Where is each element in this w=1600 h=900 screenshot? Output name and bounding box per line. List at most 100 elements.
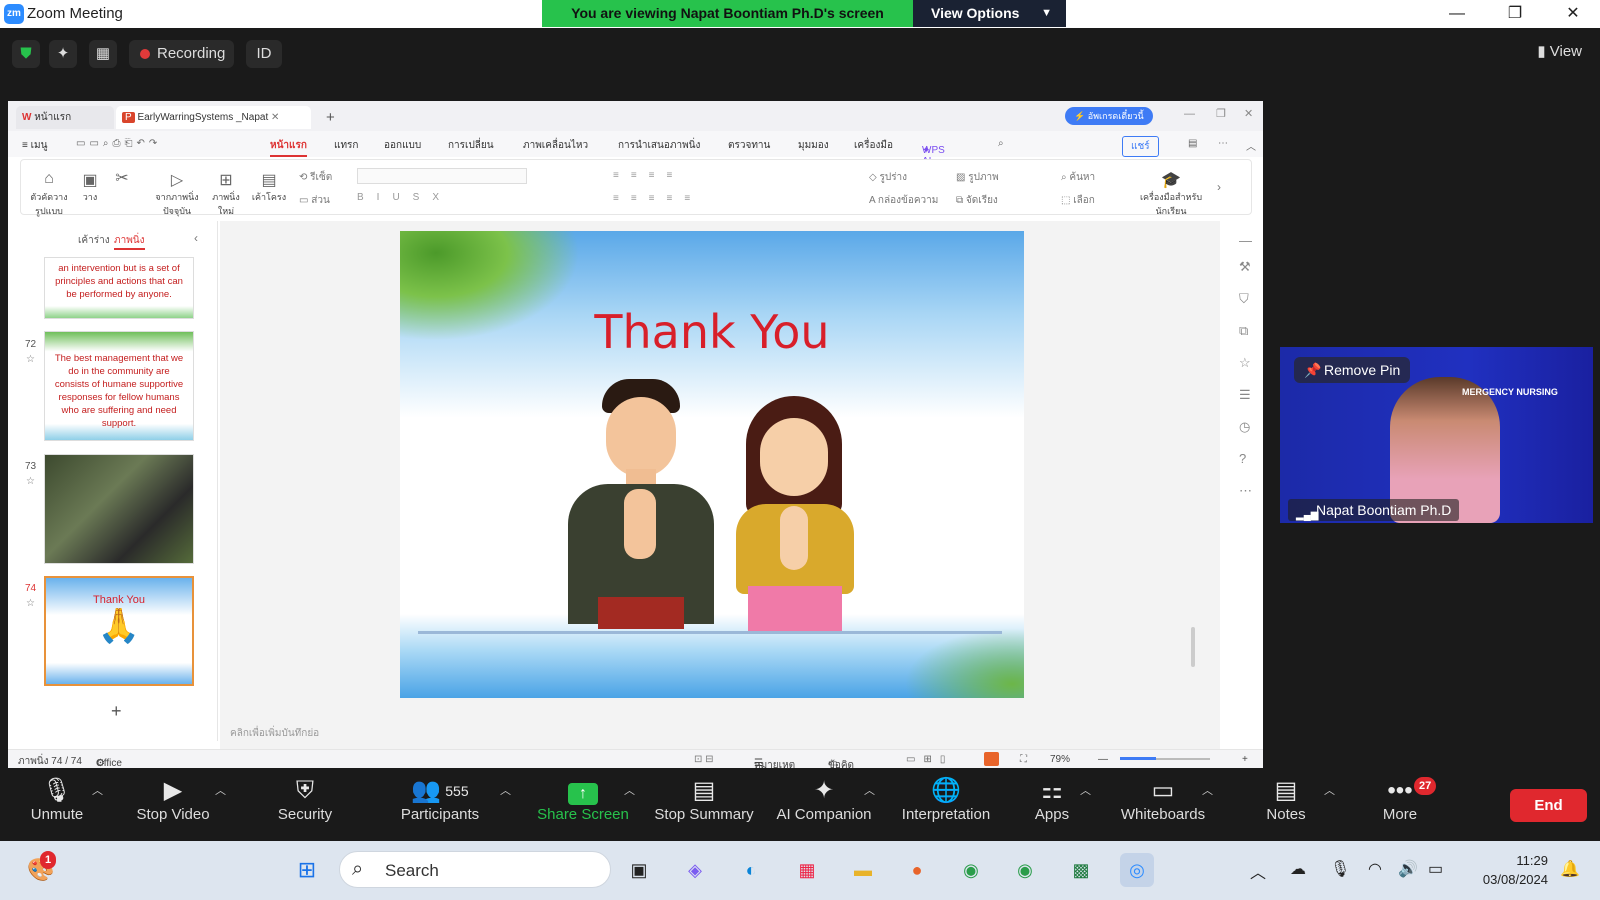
menu-insert[interactable]: แทรก: [334, 138, 358, 153]
copilot-icon[interactable]: ◈: [678, 853, 712, 887]
stop-summary-button[interactable]: ▤ Stop Summary: [652, 770, 756, 841]
layout-button[interactable]: ▤ เค้าโครง: [247, 170, 291, 204]
fit-icon[interactable]: ⊡ ⊟: [694, 754, 714, 765]
collapse-ribbon-icon[interactable]: ︿: [1246, 138, 1256, 153]
notes-chevron-icon[interactable]: ︿: [1324, 782, 1335, 798]
sliders-icon[interactable]: ☰: [1239, 387, 1251, 403]
comment-icon[interactable]: ▤: [1188, 138, 1197, 149]
fit-window-icon[interactable]: ⛶: [1020, 754, 1027, 765]
minimize-icon[interactable]: —: [1184, 108, 1195, 120]
whiteboards-button[interactable]: ▭ Whiteboards: [1118, 770, 1208, 841]
vertical-scrollbar[interactable]: [1188, 227, 1198, 697]
security-button[interactable]: ⛨ Security: [268, 770, 342, 841]
reset-button[interactable]: ⟲ รีเซ็ต: [299, 170, 332, 185]
restore-icon[interactable]: ❐: [1216, 107, 1226, 120]
search-icon[interactable]: ⌕: [998, 138, 1004, 149]
unmute-button[interactable]: 🎙 Unmute: [22, 770, 92, 841]
slide-thumbnail-73[interactable]: [44, 454, 194, 564]
menu-tools[interactable]: เครื่องมือ: [854, 138, 893, 153]
upgrade-button[interactable]: ⚡ อัพเกรดเดี๋ยวนี้: [1065, 107, 1153, 125]
chrome-profile-icon[interactable]: ◉: [1008, 853, 1042, 887]
section-button[interactable]: ▭ ส่วน: [299, 193, 330, 208]
slide-thumbnail-72[interactable]: The best management that we do in the co…: [44, 331, 194, 441]
help-icon[interactable]: ?: [1239, 451, 1246, 466]
sparkle-icon[interactable]: ✦: [49, 40, 77, 68]
remove-pin-button[interactable]: 📌 Remove Pin: [1294, 357, 1411, 383]
excel-icon[interactable]: ▩: [1064, 853, 1098, 887]
tab-home[interactable]: W หน้าแรก: [16, 106, 114, 129]
copy-icon[interactable]: ⧉: [1239, 323, 1248, 339]
apps-chevron-icon[interactable]: ︿: [1080, 782, 1091, 798]
arrange-button[interactable]: ⧉ จัดเรียง: [956, 193, 998, 208]
slide-thumbnail-74[interactable]: Thank You 🙏: [44, 576, 194, 686]
view-button[interactable]: ▮ View: [1537, 42, 1582, 60]
close-icon[interactable]: ✕: [1244, 107, 1253, 120]
end-button[interactable]: End: [1510, 789, 1587, 822]
participants-button[interactable]: 👥 555 Participants: [390, 770, 490, 841]
zoom-in-icon[interactable]: +: [1242, 754, 1248, 765]
close-tab-icon[interactable]: ✕: [271, 112, 279, 123]
history-icon[interactable]: ◷: [1239, 419, 1250, 435]
ai-companion-button[interactable]: ✦ AI Companion: [774, 770, 874, 841]
volume-icon[interactable]: 🔊: [1398, 859, 1418, 879]
menu-animations[interactable]: ภาพเคลื่อนไหว: [523, 138, 588, 153]
shirt-icon[interactable]: ⛉: [1239, 291, 1249, 307]
recording-indicator[interactable]: Recording: [129, 40, 234, 68]
shape-button[interactable]: ◇ รูปร่าง: [869, 170, 907, 185]
task-view-icon[interactable]: ▣: [622, 853, 656, 887]
zoom-out-icon[interactable]: —: [1098, 754, 1108, 765]
whiteboards-chevron-icon[interactable]: ︿: [1202, 782, 1213, 798]
audio-options-chevron-icon[interactable]: ︿: [92, 782, 103, 798]
zoom-taskbar-icon[interactable]: ◎: [1120, 853, 1154, 887]
store-icon[interactable]: ▦: [790, 853, 824, 887]
apps-button[interactable]: ⚏ Apps: [1032, 770, 1072, 841]
zoom-slider[interactable]: [1120, 757, 1210, 760]
tab-outline[interactable]: เค้าร่าง: [78, 233, 110, 248]
align-icons[interactable]: ≡≡≡≡≡: [613, 193, 702, 204]
tab-document[interactable]: P EarlyWarringSystems _Napat ✕: [116, 106, 311, 129]
new-slide-button[interactable]: ⊞ ภาพนิ่ง ใหม่: [209, 170, 243, 218]
format-painter-button[interactable]: ⌂ ตัวคัดวาง รูปแบบ: [27, 170, 71, 218]
microphone-icon[interactable]: 🎙: [1330, 859, 1350, 879]
minus-icon[interactable]: —: [1239, 233, 1252, 248]
minimize-icon[interactable]: —: [1434, 0, 1480, 28]
taskbar-search[interactable]: ⌕ Search: [339, 851, 611, 888]
battery-icon[interactable]: ▭: [1428, 859, 1443, 879]
add-slide-icon[interactable]: +: [111, 701, 122, 722]
tools-icon[interactable]: ⚒: [1239, 259, 1251, 275]
interpretation-button[interactable]: 🌐 Interpretation: [894, 770, 998, 841]
find-button[interactable]: ⌕ ค้นหา: [1061, 170, 1095, 185]
view-options-button[interactable]: View Options ▼: [913, 0, 1066, 27]
slide-thumbnail-71[interactable]: an intervention but is a set of principl…: [44, 257, 194, 319]
menu-slideshow[interactable]: การนำเสนอภาพนิ่ง: [618, 138, 700, 153]
ribbon-scroll-right-icon[interactable]: ›: [1217, 180, 1221, 194]
cloud-icon[interactable]: ☁: [1290, 859, 1306, 879]
new-tab-icon[interactable]: +: [320, 106, 335, 129]
chrome-icon[interactable]: ◉: [954, 853, 988, 887]
paste-button[interactable]: ▣ วาง: [75, 170, 105, 204]
paragraph-icons[interactable]: ≡≡≡≡: [613, 170, 684, 181]
teacher-tools-button[interactable]: 🎓 เครื่องมือสำหรับนักเรียน: [1127, 170, 1215, 218]
textbox-button[interactable]: A กล่องข้อความ: [869, 193, 938, 208]
notes-button[interactable]: ▤ Notes: [1264, 770, 1308, 841]
current-slide[interactable]: Thank You: [400, 231, 1024, 698]
from-current-slide-button[interactable]: ▷ จากภาพนิ่ง ปัจจุบัน: [151, 170, 203, 218]
participants-chevron-icon[interactable]: ︿: [500, 782, 511, 798]
ai-chevron-icon[interactable]: ︿: [864, 782, 875, 798]
star-icon[interactable]: ☆: [26, 476, 35, 487]
share-chevron-icon[interactable]: ︿: [624, 782, 635, 798]
wifi-icon[interactable]: ◠: [1368, 859, 1382, 879]
share-screen-button[interactable]: ↑ Share Screen: [534, 770, 632, 841]
font-format-icons[interactable]: BIUSX: [357, 192, 452, 203]
cut-icon[interactable]: ✂: [113, 168, 131, 188]
meeting-id-button[interactable]: ID: [246, 40, 282, 68]
menu-home[interactable]: หน้าแรก: [270, 138, 307, 157]
grid-icon[interactable]: ▦: [89, 40, 117, 68]
menu-review[interactable]: ตรวจทาน: [728, 138, 770, 153]
windows-start-icon[interactable]: ⊞: [290, 853, 324, 887]
notes-area[interactable]: คลิกเพื่อเพิ่มบันทึกย่อ: [230, 726, 319, 741]
chevron-up-icon[interactable]: ︿: [1250, 859, 1266, 883]
menu-transitions[interactable]: การเปลี่ยน: [448, 138, 494, 153]
tab-slides[interactable]: ภาพนิ่ง: [114, 233, 145, 250]
menu-view[interactable]: มุมมอง: [798, 138, 829, 153]
